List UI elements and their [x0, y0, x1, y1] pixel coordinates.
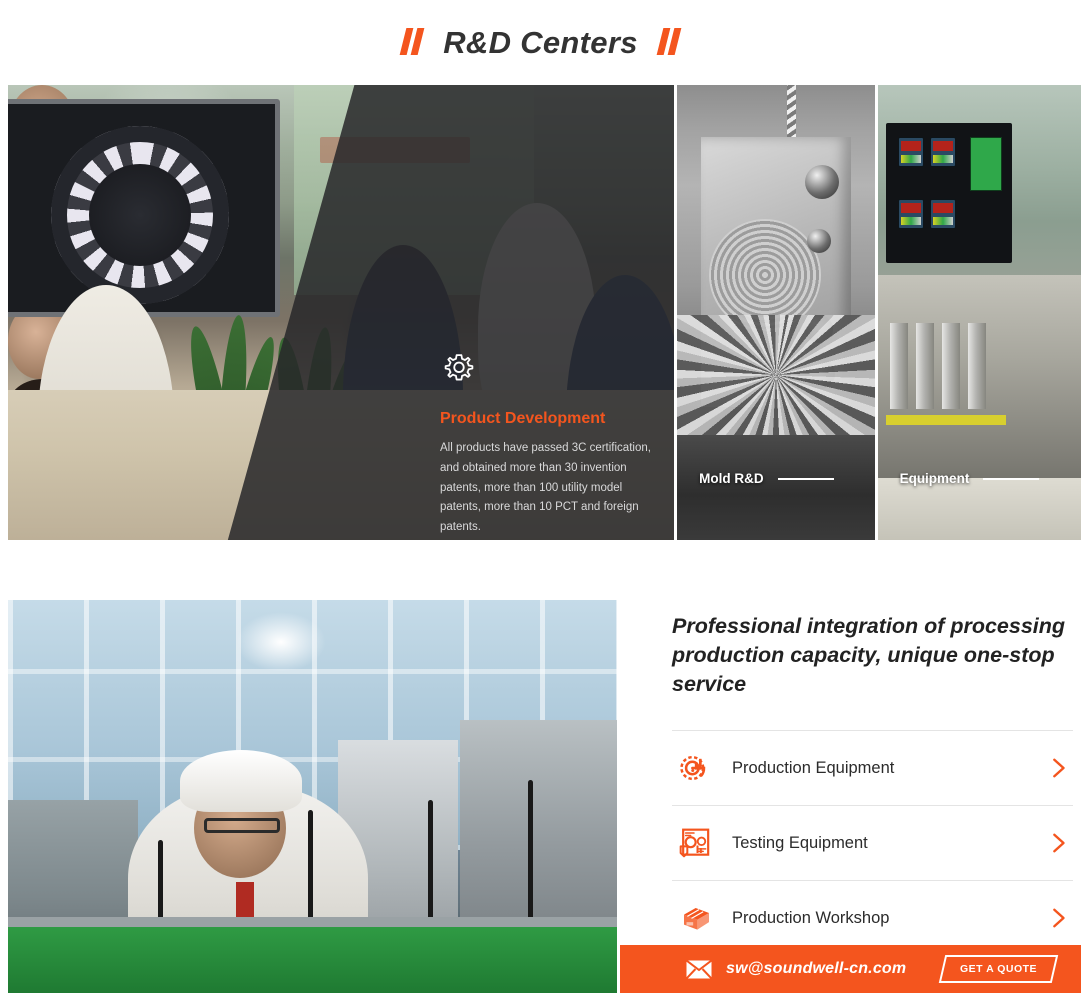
list-item-production-equipment[interactable]: Production Equipment — [672, 730, 1073, 807]
panel-caption-equipment: Equipment — [900, 471, 1040, 486]
overlay-description: All products have passed 3C certificatio… — [440, 442, 651, 534]
machine-cylinder — [967, 323, 986, 409]
chevron-right-icon[interactable] — [1047, 907, 1069, 929]
machine-cylinder — [889, 323, 908, 409]
capabilities-list: Production Equipment Testing Equipment P… — [672, 730, 1073, 957]
get-a-quote-button[interactable]: GET A QUOTE — [939, 955, 1059, 983]
banner-panel-product-development[interactable]: Product Development All products have pa… — [8, 85, 675, 540]
list-item-testing-equipment[interactable]: Testing Equipment — [672, 806, 1073, 882]
capabilities-section: Professional integration of processing p… — [0, 600, 1081, 993]
gear-wheel-image — [51, 126, 229, 304]
capabilities-panel: Professional integration of processing p… — [672, 600, 1073, 993]
machine-cylinder — [915, 323, 934, 409]
digital-meter — [929, 137, 956, 167]
double-slash-icon-right — [656, 28, 682, 55]
machine-cylinder — [941, 323, 960, 409]
page-title: R&D Centers — [443, 24, 638, 60]
gear-icon — [444, 354, 474, 381]
monitor-display — [8, 99, 280, 317]
worker-cap — [180, 750, 302, 812]
panel-caption-label: Equipment — [899, 471, 970, 486]
metal-chips — [677, 315, 875, 435]
warning-strip — [885, 415, 1006, 425]
production-equipment-icon — [680, 756, 706, 781]
green-machine-bed — [8, 927, 617, 993]
panel-caption-mold-rd: Mold R&D — [699, 471, 834, 486]
worker-glasses — [204, 818, 280, 833]
control-panel-rack — [885, 123, 1012, 263]
caption-rule — [777, 477, 834, 480]
circuit-board — [969, 137, 1002, 191]
mold-hole — [807, 229, 832, 253]
digital-meter — [897, 137, 924, 167]
machine-base — [877, 478, 1081, 540]
list-item-label: Testing Equipment — [732, 833, 868, 852]
get-a-quote-label: GET A QUOTE — [960, 963, 1038, 975]
production-workshop-photo — [8, 600, 617, 993]
production-workshop-icon — [684, 908, 709, 931]
contact-email[interactable]: sw@soundwell-cn.com — [726, 960, 906, 978]
banner-panel-mold-rd[interactable]: Mold R&D — [677, 85, 875, 540]
mold-hole — [805, 165, 840, 199]
capabilities-heading: Professional integration of processing p… — [672, 614, 1066, 696]
overlay-heading: Product Development — [440, 410, 606, 427]
envelope-icon — [686, 959, 712, 979]
digital-meter — [897, 199, 924, 229]
list-item-label: Production Equipment — [732, 758, 895, 777]
testing-equipment-icon — [679, 828, 710, 858]
page-title-row: R&D Centers — [0, 0, 1081, 85]
chevron-right-icon[interactable] — [1047, 832, 1069, 854]
product-development-content: Product Development All products have pa… — [440, 350, 665, 538]
window-glare — [236, 612, 326, 672]
panel-caption-label: Mold R&D — [699, 471, 764, 486]
list-item-label: Production Workshop — [732, 908, 890, 927]
rd-centers-banner: Product Development All products have pa… — [8, 85, 1081, 540]
caption-rule — [983, 477, 1040, 480]
contact-cta-bar: sw@soundwell-cn.com GET A QUOTE — [620, 945, 1081, 993]
chevron-right-icon[interactable] — [1047, 757, 1069, 779]
double-slash-icon-left — [399, 28, 425, 55]
digital-meter — [929, 199, 956, 229]
banner-panel-equipment[interactable]: Equipment — [877, 85, 1081, 540]
